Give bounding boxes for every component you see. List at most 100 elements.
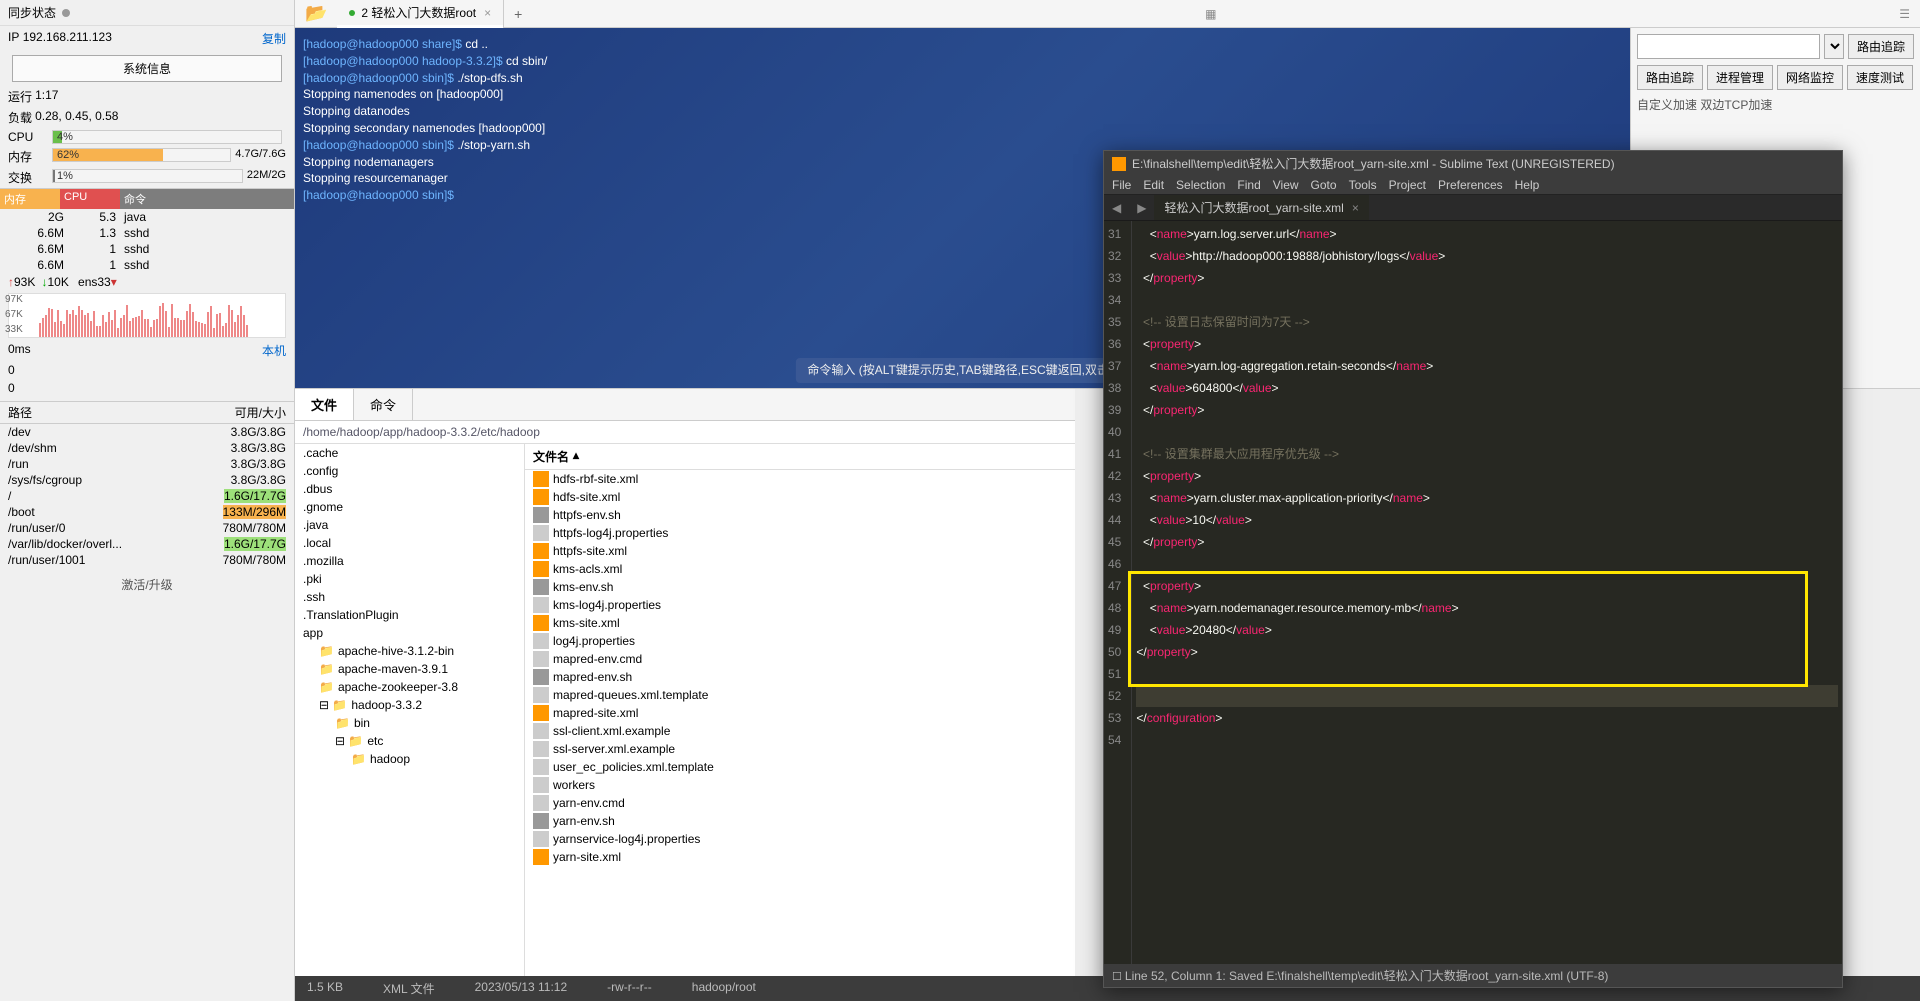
menu-item[interactable]: Selection bbox=[1176, 178, 1225, 192]
file-item[interactable]: hdfs-site.xml bbox=[525, 488, 1075, 506]
code-editor[interactable]: 3132333435363738394041424344454647484950… bbox=[1104, 221, 1842, 964]
file-item[interactable]: user_ec_policies.xml.template bbox=[525, 758, 1075, 776]
menu-item[interactable]: Goto bbox=[1311, 178, 1337, 192]
menu-item[interactable]: Preferences bbox=[1438, 178, 1503, 192]
dir-item[interactable]: 📁hadoop bbox=[295, 750, 524, 768]
file-item[interactable]: kms-acls.xml bbox=[525, 560, 1075, 578]
path-row[interactable]: /1.6G/17.7G bbox=[0, 488, 294, 504]
menu-item[interactable]: Edit bbox=[1143, 178, 1164, 192]
breadcrumb[interactable]: /home/hadoop/app/hadoop-3.3.2/etc/hadoop bbox=[295, 421, 1075, 444]
dir-item[interactable]: app bbox=[295, 624, 524, 642]
dir-item[interactable]: .dbus bbox=[295, 480, 524, 498]
dir-item[interactable]: .local bbox=[295, 534, 524, 552]
dir-item[interactable]: 📁apache-maven-3.9.1 bbox=[295, 660, 524, 678]
col-cpu[interactable]: CPU bbox=[60, 189, 120, 209]
add-tab-button[interactable]: + bbox=[504, 6, 532, 22]
menu-item[interactable]: Find bbox=[1237, 178, 1260, 192]
file-item[interactable]: mapred-site.xml bbox=[525, 704, 1075, 722]
trace-more[interactable]: 自定义加速 双边TCP加速 bbox=[1637, 96, 1914, 113]
dir-item[interactable]: .gnome bbox=[295, 498, 524, 516]
dir-item[interactable]: .pki bbox=[295, 570, 524, 588]
nav-fwd-icon[interactable]: ▶ bbox=[1129, 199, 1154, 217]
file-item[interactable]: kms-env.sh bbox=[525, 578, 1075, 596]
tool-button[interactable]: 路由追踪 bbox=[1637, 65, 1703, 90]
dir-item[interactable]: .cache bbox=[295, 444, 524, 462]
path-row[interactable]: /dev/shm3.8G/3.8G bbox=[0, 440, 294, 456]
file-item[interactable]: mapred-env.sh bbox=[525, 668, 1075, 686]
close-icon[interactable]: × bbox=[484, 6, 491, 20]
dir-item[interactable]: 📁apache-hive-3.1.2-bin bbox=[295, 642, 524, 660]
trace-input[interactable] bbox=[1637, 34, 1820, 59]
menu-icon[interactable]: ☰ bbox=[1889, 7, 1920, 21]
sublime-tab[interactable]: 轻松入门大数据root_yarn-site.xml × bbox=[1154, 195, 1368, 220]
activate-link[interactable]: 激活/升级 bbox=[0, 568, 294, 601]
process-row[interactable]: 6.6M1sshd bbox=[0, 257, 294, 273]
sublime-window[interactable]: E:\finalshell\temp\edit\轻松入门大数据root_yarn… bbox=[1103, 150, 1843, 988]
sublime-titlebar[interactable]: E:\finalshell\temp\edit\轻松入门大数据root_yarn… bbox=[1104, 151, 1842, 176]
tab-commands[interactable]: 命令 bbox=[354, 389, 413, 420]
process-row[interactable]: 6.6M1sshd bbox=[0, 241, 294, 257]
process-row[interactable]: 6.6M1.3sshd bbox=[0, 225, 294, 241]
col-filename[interactable]: 文件名 bbox=[533, 448, 569, 465]
file-item[interactable]: httpfs-env.sh bbox=[525, 506, 1075, 524]
file-item[interactable]: ssl-client.xml.example bbox=[525, 722, 1075, 740]
dir-item[interactable]: .java bbox=[295, 516, 524, 534]
path-row[interactable]: /dev3.8G/3.8G bbox=[0, 424, 294, 440]
file-item[interactable]: log4j.properties bbox=[525, 632, 1075, 650]
col-path[interactable]: 路径 bbox=[8, 404, 235, 421]
sublime-menubar[interactable]: File Edit Selection Find View Goto Tools Projec… bbox=[1104, 176, 1842, 195]
file-item[interactable]: mapred-env.cmd bbox=[525, 650, 1075, 668]
dir-item[interactable]: 📁bin bbox=[295, 714, 524, 732]
dir-tree[interactable]: .cache.config.dbus.gnome.java.local.mozi… bbox=[295, 444, 525, 976]
interface-dropdown[interactable]: ens33 bbox=[78, 275, 111, 289]
path-row[interactable]: /run3.8G/3.8G bbox=[0, 456, 294, 472]
file-item[interactable]: mapred-queues.xml.template bbox=[525, 686, 1075, 704]
file-item[interactable]: hdfs-rbf-site.xml bbox=[525, 470, 1075, 488]
grid-view-icon[interactable]: ▦ bbox=[1195, 7, 1226, 21]
col-cmd[interactable]: 命令 bbox=[120, 189, 294, 209]
menu-item[interactable]: Project bbox=[1389, 178, 1426, 192]
file-item[interactable]: httpfs-log4j.properties bbox=[525, 524, 1075, 542]
dir-item[interactable]: 📁apache-zookeeper-3.8 bbox=[295, 678, 524, 696]
dir-item[interactable]: .config bbox=[295, 462, 524, 480]
close-tab-icon[interactable]: × bbox=[1352, 201, 1359, 215]
tool-button[interactable]: 速度测试 bbox=[1847, 65, 1913, 90]
dir-item[interactable]: ⊟ 📁hadoop-3.3.2 bbox=[295, 696, 524, 714]
tool-button[interactable]: 网络监控 bbox=[1777, 65, 1843, 90]
file-list[interactable]: 文件名▴ hdfs-rbf-site.xmlhdfs-site.xmlhttpf… bbox=[525, 444, 1075, 976]
path-row[interactable]: /var/lib/docker/overl...1.6G/17.7G bbox=[0, 536, 294, 552]
menu-item[interactable]: View bbox=[1273, 178, 1299, 192]
col-size[interactable]: 可用/大小 bbox=[235, 404, 286, 421]
file-item[interactable]: yarn-env.sh bbox=[525, 812, 1075, 830]
menu-item[interactable]: Tools bbox=[1349, 178, 1377, 192]
file-item[interactable]: kms-site.xml bbox=[525, 614, 1075, 632]
tool-button[interactable]: 进程管理 bbox=[1707, 65, 1773, 90]
menu-item[interactable]: Help bbox=[1515, 178, 1540, 192]
local-link[interactable]: 本机 bbox=[262, 342, 286, 359]
system-info-button[interactable]: 系统信息 bbox=[12, 55, 282, 82]
file-item[interactable]: yarnservice-log4j.properties bbox=[525, 830, 1075, 848]
col-mem[interactable]: 内存 bbox=[0, 189, 60, 209]
dir-item[interactable]: .TranslationPlugin bbox=[295, 606, 524, 624]
path-row[interactable]: /boot133M/296M bbox=[0, 504, 294, 520]
menu-item[interactable]: File bbox=[1112, 178, 1131, 192]
dir-item[interactable]: .ssh bbox=[295, 588, 524, 606]
file-item[interactable]: httpfs-site.xml bbox=[525, 542, 1075, 560]
file-item[interactable]: ssl-server.xml.example bbox=[525, 740, 1075, 758]
session-tab[interactable]: 2 轻松入门大数据root× bbox=[337, 0, 504, 25]
trace-select[interactable] bbox=[1824, 34, 1844, 59]
dir-item[interactable]: ⊟ 📁etc bbox=[295, 732, 524, 750]
process-row[interactable]: 2G5.3java bbox=[0, 209, 294, 225]
copy-button[interactable]: 复制 bbox=[262, 30, 286, 47]
file-item[interactable]: yarn-site.xml bbox=[525, 848, 1075, 866]
trace-button[interactable]: 路由追踪 bbox=[1848, 34, 1914, 59]
path-row[interactable]: /sys/fs/cgroup3.8G/3.8G bbox=[0, 472, 294, 488]
file-item[interactable]: yarn-env.cmd bbox=[525, 794, 1075, 812]
file-item[interactable]: workers bbox=[525, 776, 1075, 794]
file-item[interactable]: kms-log4j.properties bbox=[525, 596, 1075, 614]
tab-files[interactable]: 文件 bbox=[295, 389, 354, 420]
folder-icon[interactable]: 📂 bbox=[295, 3, 337, 24]
path-row[interactable]: /run/user/1001780M/780M bbox=[0, 552, 294, 568]
dir-item[interactable]: .mozilla bbox=[295, 552, 524, 570]
path-row[interactable]: /run/user/0780M/780M bbox=[0, 520, 294, 536]
